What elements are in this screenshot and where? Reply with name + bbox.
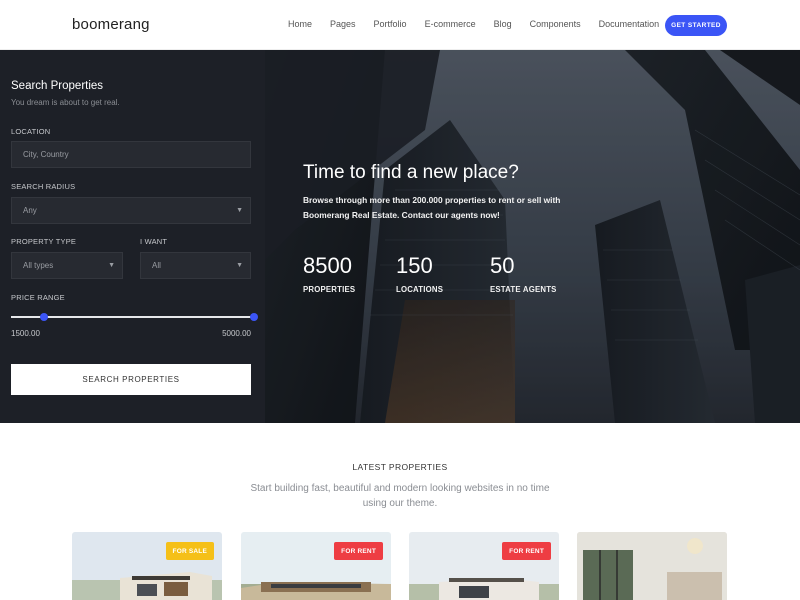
for-rent-badge: FOR RENT	[334, 542, 383, 560]
latest-properties-title: LATEST PROPERTIES	[352, 462, 448, 472]
property-type-label: PROPERTY TYPE	[11, 237, 77, 246]
property-card[interactable]: FOR RENT	[409, 532, 559, 600]
main-nav: Home Pages Portfolio E-commerce Blog Com…	[288, 19, 677, 29]
nav-pages[interactable]: Pages	[330, 19, 356, 29]
for-sale-badge: FOR SALE	[165, 542, 214, 560]
price-max-handle[interactable]	[250, 313, 258, 321]
nav-ecommerce[interactable]: E-commerce	[425, 19, 476, 29]
nav-portfolio[interactable]: Portfolio	[374, 19, 407, 29]
stat-locations-label: LOCATIONS	[396, 285, 444, 294]
search-properties-button[interactable]: SEARCH PROPERTIES	[11, 364, 251, 395]
search-panel: Search Properties You dream is about to …	[0, 50, 265, 423]
nav-blog[interactable]: Blog	[494, 19, 512, 29]
property-card[interactable]	[577, 532, 727, 600]
brand-logo[interactable]: boomerang	[72, 16, 150, 33]
price-min-handle[interactable]	[40, 313, 48, 321]
i-want-select[interactable]: All ▼	[140, 252, 251, 279]
property-photo	[577, 532, 727, 600]
nav-home[interactable]: Home	[288, 19, 312, 29]
get-started-button[interactable]: GET STARTED	[665, 15, 727, 36]
nav-documentation[interactable]: Documentation	[599, 19, 660, 29]
price-min-value: 1500.00	[11, 329, 40, 338]
navbar: boomerang Home Pages Portfolio E-commerc…	[0, 0, 800, 50]
search-title: Search Properties	[11, 80, 104, 92]
caret-down-icon: ▼	[236, 262, 243, 269]
stat-properties-value: 8500	[303, 253, 352, 278]
stat-properties-label: PROPERTIES	[303, 285, 356, 294]
latest-properties-subtitle: Start building fast, beautiful and moder…	[250, 483, 550, 509]
nav-components[interactable]: Components	[530, 19, 581, 29]
property-card[interactable]: FOR RENT	[241, 532, 391, 600]
hero-description: Browse through more than 200.000 propert…	[303, 195, 561, 220]
property-card[interactable]: FOR SALE	[72, 532, 222, 600]
caret-down-icon: ▼	[108, 262, 115, 269]
for-rent-badge: FOR RENT	[502, 542, 551, 560]
radius-select[interactable]: Any ▼	[11, 197, 251, 224]
radius-value: Any	[23, 206, 37, 215]
search-subtitle: You dream is about to get real.	[11, 98, 120, 107]
stat-agents-value: 50	[490, 253, 515, 278]
hero-title: Time to find a new place?	[303, 162, 519, 183]
stat-agents-label: ESTATE AGENTS	[490, 285, 557, 294]
radius-label: SEARCH RADIUS	[11, 182, 76, 191]
location-placeholder: City, Country	[23, 150, 69, 159]
i-want-value: All	[152, 261, 161, 270]
property-type-select[interactable]: All types ▼	[11, 252, 123, 279]
caret-down-icon: ▼	[236, 207, 243, 214]
location-label: LOCATION	[11, 127, 51, 136]
property-type-value: All types	[23, 261, 54, 270]
price-max-value: 5000.00	[222, 329, 251, 338]
stat-locations-value: 150	[396, 253, 433, 278]
skyscrapers-image	[265, 50, 800, 423]
i-want-label: I WANT	[140, 237, 168, 246]
hero-section: Time to find a new place? Browse through…	[265, 50, 800, 423]
price-range-label: PRICE RANGE	[11, 293, 65, 302]
location-input[interactable]: City, Country	[11, 141, 251, 168]
